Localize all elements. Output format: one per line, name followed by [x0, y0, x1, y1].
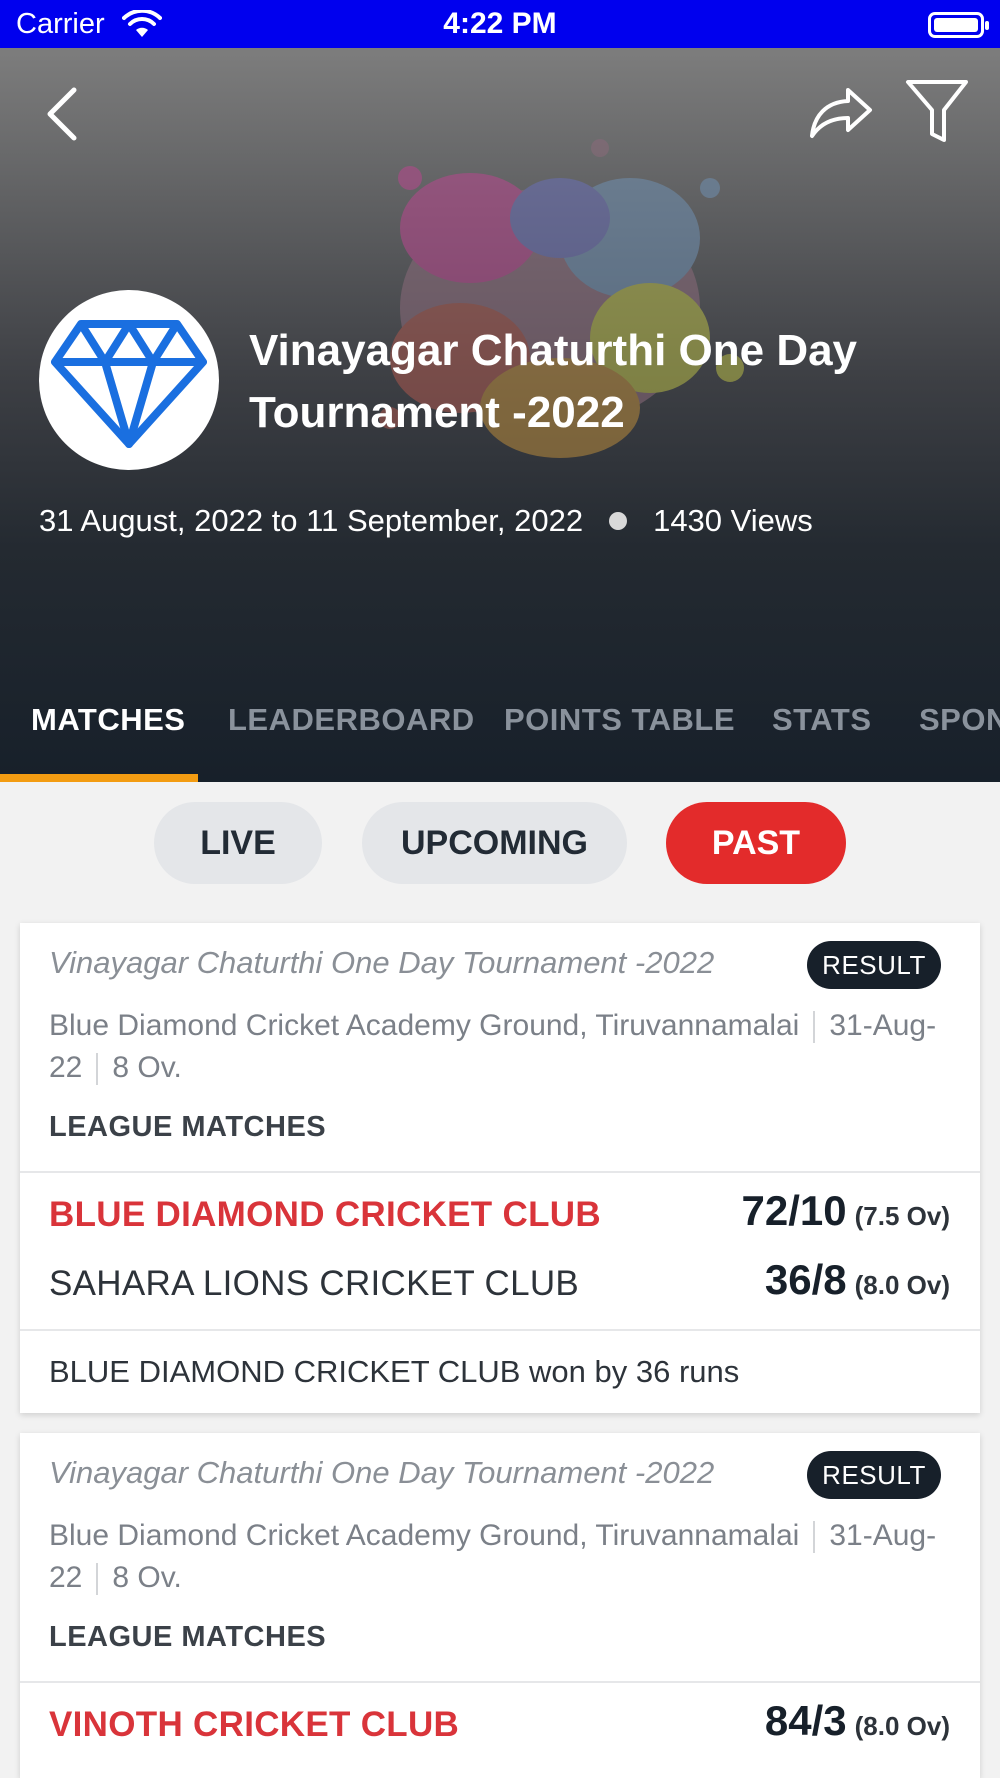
tab-sponsors[interactable]: SPON	[919, 702, 1000, 738]
team1-score: 84/3 (8.0 Ov)	[765, 1697, 950, 1745]
match-result: BLUE DIAMOND CRICKET CLUB won by 36 runs	[49, 1354, 740, 1389]
tab-bar: MATCHES LEADERBOARD POINTS TABLE STATS S…	[0, 662, 1000, 782]
detail-separator	[813, 1521, 816, 1554]
team2-runs: 36/8	[764, 1256, 847, 1303]
result-badge: RESULT	[807, 1451, 941, 1499]
match-tournament-name: Vinayagar Chaturthi One Day Tournament -…	[49, 1455, 715, 1490]
tournament-header: Vinayagar Chaturthi One Day Tournament -…	[0, 48, 1000, 782]
result-badge: RESULT	[807, 941, 941, 989]
match-tournament-name: Vinayagar Chaturthi One Day Tournament -…	[49, 945, 715, 980]
detail-separator	[96, 1053, 99, 1086]
tournament-logo	[39, 290, 219, 470]
match-overs: 8 Ov.	[112, 1561, 182, 1594]
match-venue: Blue Diamond Cricket Academy Ground, Tir…	[49, 1009, 800, 1042]
team1-runs: 84/3	[764, 1697, 847, 1744]
match-venue: Blue Diamond Cricket Academy Ground, Tir…	[49, 1519, 800, 1552]
team1-overs: (7.5 Ov)	[854, 1201, 950, 1231]
match-card[interactable]: Vinayagar Chaturthi One Day Tournament -…	[20, 923, 980, 1413]
tab-points-table[interactable]: POINTS TABLE	[504, 702, 735, 738]
detail-separator	[813, 1011, 816, 1044]
divider	[20, 1171, 980, 1173]
status-bar: Carrier 4:22 PM	[0, 0, 1000, 48]
tab-stats[interactable]: STATS	[772, 702, 872, 738]
tournament-title: Vinayagar Chaturthi One Day Tournament -…	[249, 326, 858, 437]
tab-leaderboard[interactable]: LEADERBOARD	[228, 702, 475, 738]
view-count: 1430 Views	[653, 503, 813, 538]
team2-score: 36/8 (8.0 Ov)	[765, 1256, 950, 1304]
filter-icon[interactable]	[904, 76, 970, 148]
team2-name: SAHARA LIONS CRICKET CLUB	[49, 1264, 580, 1303]
match-details: Blue Diamond Cricket Academy Ground, Tir…	[49, 1005, 954, 1089]
back-chevron-icon[interactable]	[40, 84, 84, 144]
match-stage: LEAGUE MATCHES	[49, 1111, 327, 1143]
separator-dot	[609, 512, 628, 530]
tournament-dates: 31 August, 2022 to 11 September, 2022	[39, 503, 584, 538]
battery-icon	[928, 12, 989, 38]
match-overs: 8 Ov.	[112, 1051, 182, 1084]
team1-score: 72/10 (7.5 Ov)	[742, 1187, 950, 1235]
divider	[20, 1329, 980, 1331]
match-details: Blue Diamond Cricket Academy Ground, Tir…	[49, 1515, 954, 1599]
team1-overs: (8.0 Ov)	[854, 1711, 950, 1741]
team1-name: BLUE DIAMOND CRICKET CLUB	[49, 1195, 601, 1234]
segment-past[interactable]: PAST	[666, 802, 846, 884]
match-card[interactable]: Vinayagar Chaturthi One Day Tournament -…	[20, 1433, 980, 1778]
team1-name: VINOTH CRICKET CLUB	[49, 1705, 460, 1744]
segment-upcoming[interactable]: UPCOMING	[362, 802, 627, 884]
clock: 4:22 PM	[443, 7, 557, 40]
divider	[20, 1681, 980, 1683]
tournament-meta: 31 August, 2022 to 11 September, 2022 14…	[39, 503, 813, 539]
team1-runs: 72/10	[741, 1187, 847, 1234]
tab-matches[interactable]: MATCHES	[31, 702, 185, 738]
detail-separator	[96, 1563, 99, 1596]
share-icon[interactable]	[808, 82, 874, 142]
match-stage: LEAGUE MATCHES	[49, 1621, 327, 1653]
team2-overs: (8.0 Ov)	[854, 1270, 950, 1300]
diamond-icon	[51, 320, 207, 448]
active-tab-indicator	[0, 774, 198, 782]
segment-live[interactable]: LIVE	[154, 802, 322, 884]
